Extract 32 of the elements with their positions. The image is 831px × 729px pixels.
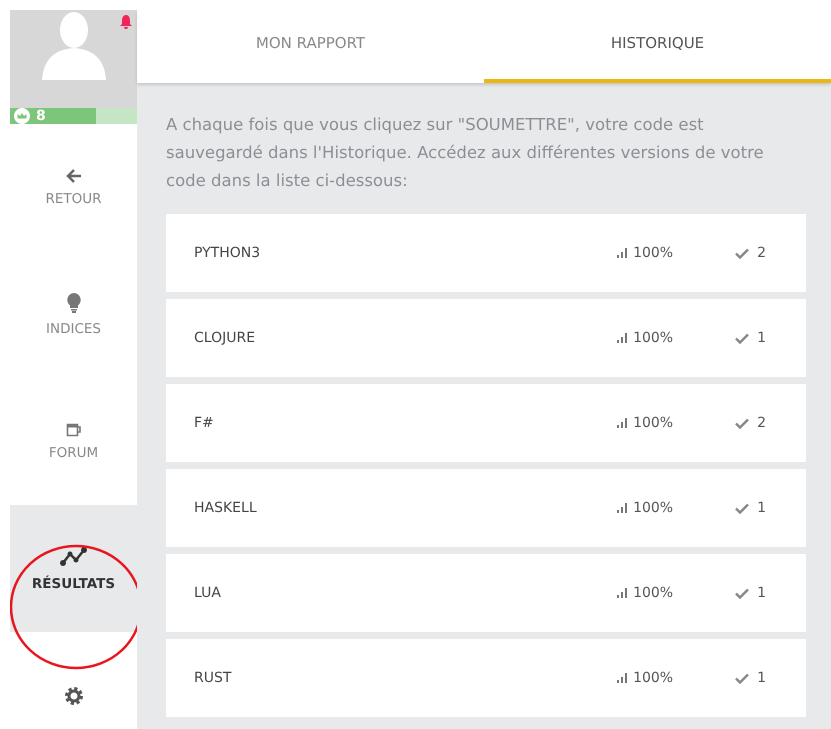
score-percent: 100%: [633, 245, 674, 261]
nav-item[interactable]: FORUM: [10, 378, 137, 505]
history-row[interactable]: PYTHON3 100% 2: [166, 214, 806, 292]
pass-count: 1: [757, 330, 766, 346]
history-row[interactable]: LUA 100% 1: [166, 554, 806, 632]
nav-item[interactable]: INDICES: [10, 251, 137, 378]
pass-count: 2: [757, 245, 766, 261]
language-name: F#: [194, 415, 215, 431]
pass-count: 1: [757, 500, 766, 516]
language-name: PYTHON3: [194, 245, 262, 261]
language-name: HASKELL: [194, 500, 258, 516]
score-percent: 100%: [633, 670, 674, 686]
tab[interactable]: MON RAPPORT: [137, 10, 484, 83]
intro-text: A chaque fois que vous cliquez sur "SOUMETTRE", votre code est sauvegardé dans l'Historique. Accédez aux différentes versions de votre code dans la liste ci-dessous:: [166, 114, 765, 192]
score-percent: 100%: [633, 585, 674, 601]
nav-item[interactable]: RETOUR: [10, 124, 137, 251]
language-name: RUST: [194, 670, 232, 686]
history-row[interactable]: F# 100% 2: [166, 384, 806, 462]
history-row[interactable]: CLOJURE 100% 1: [166, 299, 806, 377]
score-percent: 100%: [633, 415, 674, 431]
language-name: CLOJURE: [194, 330, 256, 346]
pass-count: 1: [757, 670, 766, 686]
history-row[interactable]: RUST 100% 1: [166, 639, 806, 717]
score-percent: 100%: [633, 330, 674, 346]
pass-count: 1: [757, 585, 766, 601]
history-row[interactable]: HASKELL 100% 1: [166, 469, 806, 547]
nav-item[interactable]: RÉSULTATS: [10, 505, 137, 632]
score-percent: 100%: [633, 500, 674, 516]
language-name: LUA: [194, 585, 222, 601]
tab[interactable]: HISTORIQUE: [484, 10, 831, 83]
pass-count: 2: [757, 415, 766, 431]
score-value: 8: [36, 108, 46, 124]
